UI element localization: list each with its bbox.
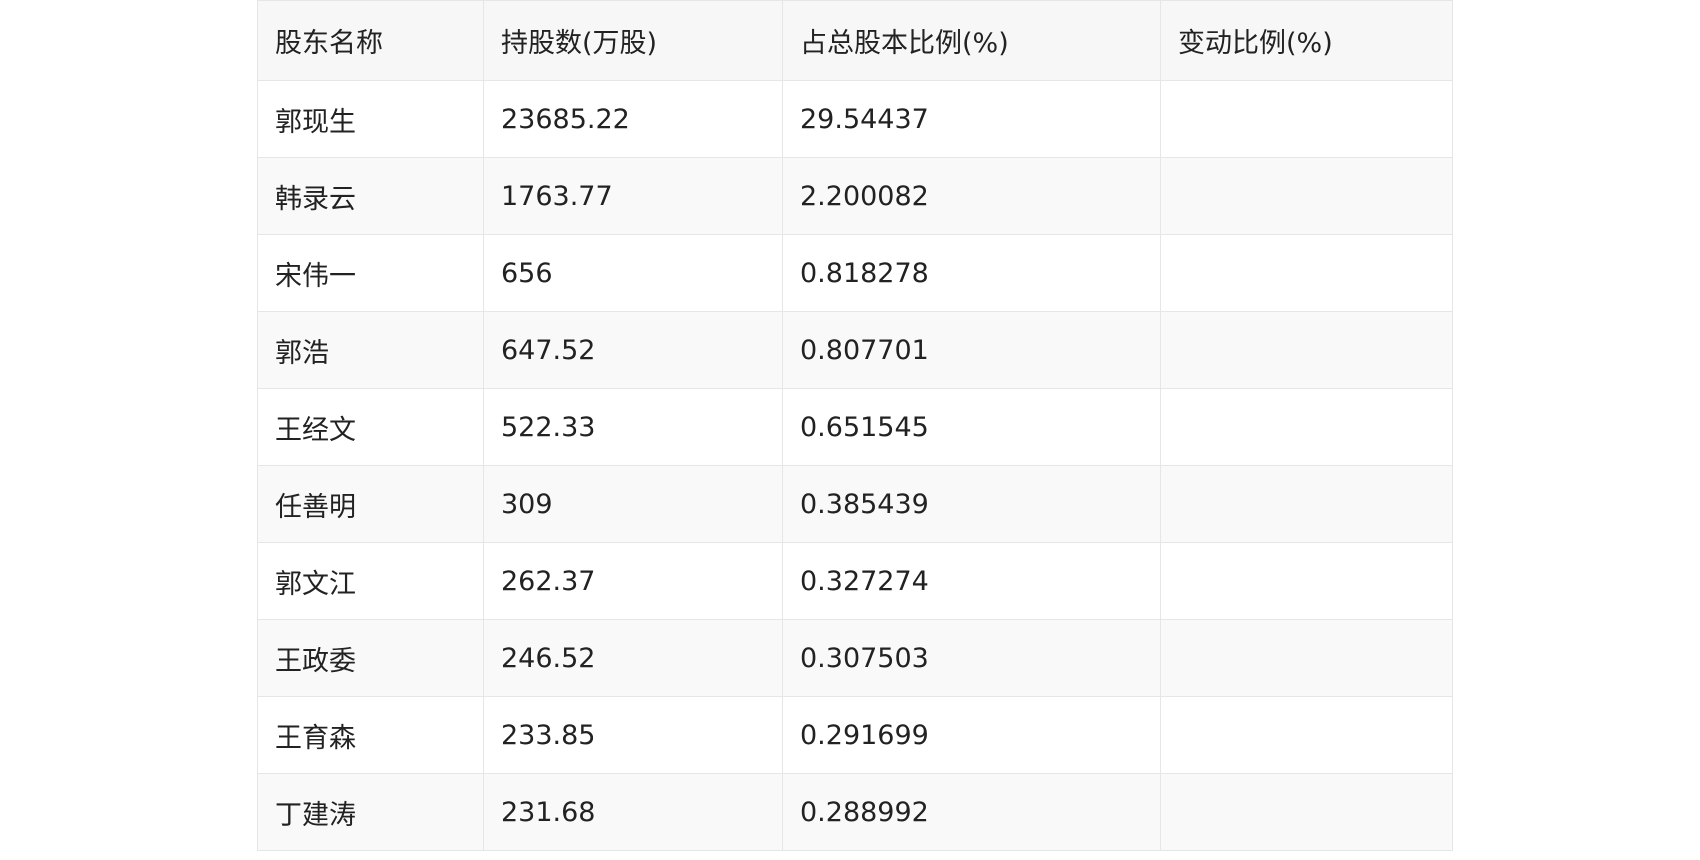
cell-shareholder-name: 王政委 [257, 619, 484, 697]
cell-change-ratio [1160, 773, 1453, 851]
cell-shares-held: 656 [483, 234, 783, 312]
cell-shares-held: 23685.22 [483, 80, 783, 158]
cell-change-ratio [1160, 388, 1453, 466]
header-shares-held: 持股数(万股) [483, 0, 783, 81]
table-row: 王政委 246.52 0.307503 [257, 619, 1453, 697]
table-body: 郭现生 23685.22 29.54437 韩录云 1763.77 2.2000… [257, 80, 1453, 851]
cell-shareholder-name: 韩录云 [257, 157, 484, 235]
cell-change-ratio [1160, 542, 1453, 620]
cell-shareholder-name: 王经文 [257, 388, 484, 466]
cell-share-ratio: 0.807701 [782, 311, 1161, 389]
cell-shareholder-name: 郭现生 [257, 80, 484, 158]
table-row: 郭文江 262.37 0.327274 [257, 542, 1453, 620]
cell-change-ratio [1160, 619, 1453, 697]
table-row: 郭浩 647.52 0.807701 [257, 311, 1453, 389]
cell-share-ratio: 0.385439 [782, 465, 1161, 543]
cell-change-ratio [1160, 465, 1453, 543]
cell-shares-held: 309 [483, 465, 783, 543]
table-header: 股东名称 持股数(万股) 占总股本比例(%) 变动比例(%) [257, 0, 1453, 81]
cell-share-ratio: 0.327274 [782, 542, 1161, 620]
cell-shareholder-name: 丁建涛 [257, 773, 484, 851]
cell-shares-held: 647.52 [483, 311, 783, 389]
cell-shares-held: 246.52 [483, 619, 783, 697]
cell-share-ratio: 0.818278 [782, 234, 1161, 312]
cell-shareholder-name: 王育森 [257, 696, 484, 774]
table-row: 丁建涛 231.68 0.288992 [257, 773, 1453, 851]
cell-shares-held: 262.37 [483, 542, 783, 620]
cell-share-ratio: 29.54437 [782, 80, 1161, 158]
header-shareholder-name: 股东名称 [257, 0, 484, 81]
header-row: 股东名称 持股数(万股) 占总股本比例(%) 变动比例(%) [257, 0, 1453, 81]
table-row: 王育森 233.85 0.291699 [257, 696, 1453, 774]
table-row: 韩录云 1763.77 2.200082 [257, 157, 1453, 235]
table-row: 任善明 309 0.385439 [257, 465, 1453, 543]
cell-share-ratio: 0.651545 [782, 388, 1161, 466]
table-row: 宋伟一 656 0.818278 [257, 234, 1453, 312]
table-row: 郭现生 23685.22 29.54437 [257, 80, 1453, 158]
cell-change-ratio [1160, 311, 1453, 389]
shareholder-table: 股东名称 持股数(万股) 占总股本比例(%) 变动比例(%) 郭现生 23685… [257, 0, 1453, 851]
header-change-ratio: 变动比例(%) [1160, 0, 1453, 81]
cell-shareholder-name: 郭文江 [257, 542, 484, 620]
cell-shareholder-name: 郭浩 [257, 311, 484, 389]
cell-change-ratio [1160, 234, 1453, 312]
cell-share-ratio: 0.291699 [782, 696, 1161, 774]
shareholder-table-container: 股东名称 持股数(万股) 占总股本比例(%) 变动比例(%) 郭现生 23685… [257, 0, 1453, 851]
cell-shares-held: 522.33 [483, 388, 783, 466]
cell-change-ratio [1160, 696, 1453, 774]
cell-shareholder-name: 任善明 [257, 465, 484, 543]
cell-share-ratio: 2.200082 [782, 157, 1161, 235]
cell-shares-held: 1763.77 [483, 157, 783, 235]
cell-change-ratio [1160, 80, 1453, 158]
table-row: 王经文 522.33 0.651545 [257, 388, 1453, 466]
cell-share-ratio: 0.307503 [782, 619, 1161, 697]
cell-shares-held: 233.85 [483, 696, 783, 774]
header-share-ratio: 占总股本比例(%) [782, 0, 1161, 81]
cell-shares-held: 231.68 [483, 773, 783, 851]
cell-share-ratio: 0.288992 [782, 773, 1161, 851]
cell-shareholder-name: 宋伟一 [257, 234, 484, 312]
cell-change-ratio [1160, 157, 1453, 235]
